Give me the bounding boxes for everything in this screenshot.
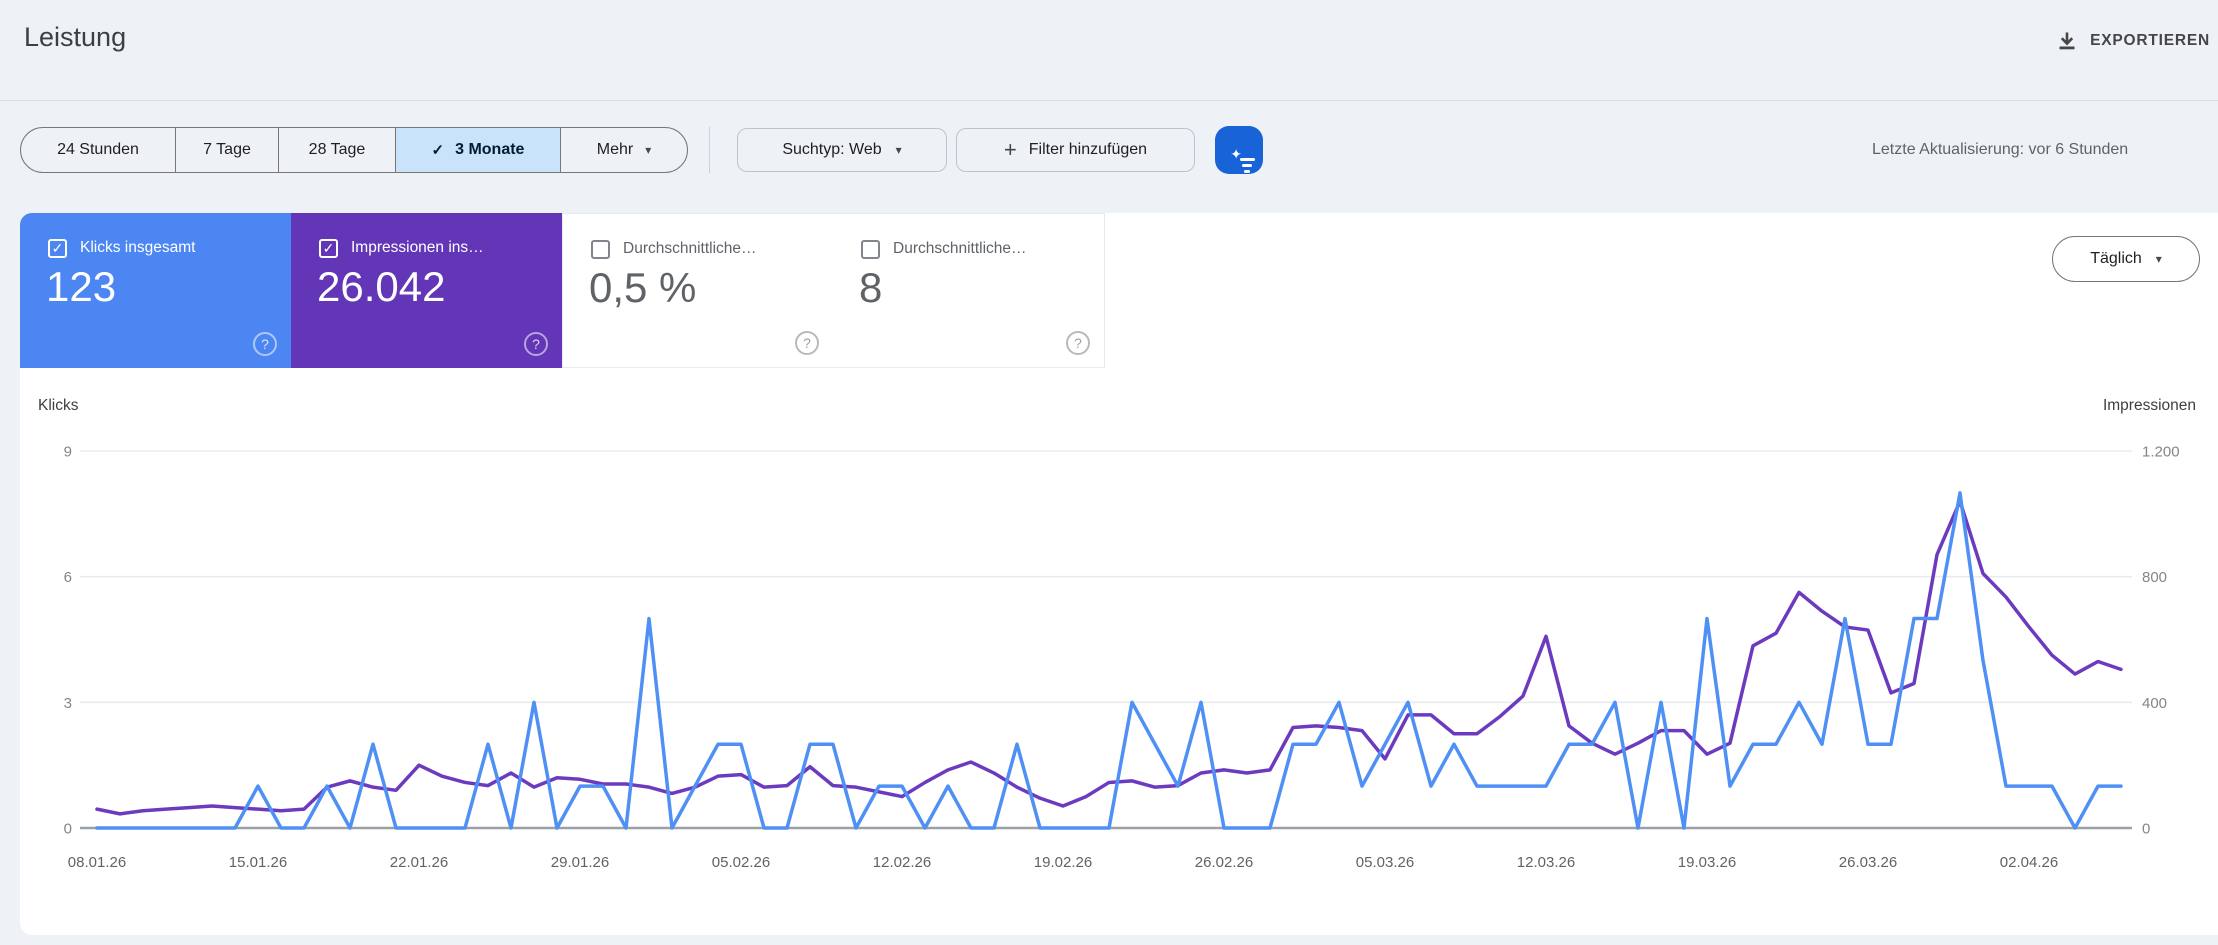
export-button[interactable]: EXPORTIEREN: [2050, 18, 2216, 64]
plus-icon: +: [1003, 137, 1017, 162]
left-axis-title: Klicks: [38, 397, 79, 414]
metric-label: Durchschnittliche…: [893, 240, 1027, 257]
add-filter-chip[interactable]: + Filter hinzufügen: [956, 128, 1195, 172]
search-console-performance-page: Leistung EXPORTIEREN 24 Stunden 7 Tage 28 …: [0, 0, 2218, 945]
search-type-chip[interactable]: Suchtyp: Web ▾: [737, 128, 947, 172]
metric-value: 123: [46, 263, 117, 310]
add-filter-label: Filter hinzufügen: [1028, 141, 1148, 158]
metric-tile-0[interactable]: ✓ Klicks insgesamt 123?: [20, 213, 291, 368]
date-range-7-tage[interactable]: 7 Tage: [175, 128, 278, 172]
date-range-3-monate[interactable]: ✓ 3 Monate: [395, 128, 560, 172]
date-range-label: 7 Tage: [203, 141, 251, 158]
download-icon: [2056, 30, 2078, 52]
export-label: EXPORTIEREN: [2090, 32, 2210, 49]
check-icon: ✓: [431, 142, 445, 159]
help-icon[interactable]: ?: [524, 332, 548, 356]
metric-label: Durchschnittliche…: [623, 240, 757, 257]
last-updated: Letzte Aktualisierung: vor 6 Stunden: [1872, 141, 2129, 158]
metric-tile-1[interactable]: ✓ Impressionen ins… 26.042?: [291, 213, 562, 368]
date-range-28-tage[interactable]: 28 Tage: [278, 128, 395, 172]
search-type-label: Suchtyp: Web: [782, 141, 882, 158]
header-divider: [0, 100, 2218, 101]
help-icon[interactable]: ?: [795, 331, 819, 355]
metric-value: 8: [859, 264, 883, 311]
page-title: Leistung: [24, 22, 127, 52]
date-range-label: 24 Stunden: [57, 141, 139, 158]
date-range-label: Mehr: [596, 141, 634, 158]
metric-tile-2[interactable]: Durchschnittliche… 0,5 %?: [562, 213, 833, 368]
checkbox-unchecked-icon[interactable]: [861, 240, 880, 259]
chevron-down-icon: ▾: [2155, 252, 2162, 266]
toolbar-divider: [709, 127, 710, 173]
date-range-label: 28 Tage: [308, 141, 366, 158]
metric-value: 0,5 %: [589, 264, 697, 311]
granularity-label: Täglich: [2090, 250, 2142, 267]
granularity-dropdown[interactable]: Täglich ▾: [2052, 236, 2200, 282]
help-icon[interactable]: ?: [1066, 331, 1090, 355]
metric-value: 26.042: [317, 263, 446, 310]
chevron-down-icon: ▾: [895, 143, 902, 157]
filter-sparkle-button[interactable]: ✦: [1215, 126, 1263, 174]
checkbox-checked-icon[interactable]: ✓: [48, 239, 67, 258]
date-range-group: 24 Stunden 7 Tage 28 Tage ✓ 3 Monate Mehr ▾: [20, 127, 688, 173]
report-card: ✓ Klicks insgesamt 123? ✓ Impressionen ins… 2…: [20, 213, 2218, 935]
toolbar: 24 Stunden 7 Tage 28 Tage ✓ 3 Monate Mehr ▾ Su…: [0, 126, 2218, 175]
help-icon[interactable]: ?: [253, 332, 277, 356]
date-range-label: 3 Monate: [455, 141, 525, 158]
metric-label: Klicks insgesamt: [80, 239, 196, 256]
date-range-24-stunden[interactable]: 24 Stunden: [21, 128, 175, 172]
chevron-down-icon: ▾: [645, 143, 652, 157]
checkbox-unchecked-icon[interactable]: [591, 240, 610, 259]
right-axis-title: Impressionen: [2102, 397, 2196, 414]
sparkle-icon: ✦: [1230, 146, 1242, 162]
date-range-mehr[interactable]: Mehr ▾: [560, 128, 687, 172]
metric-tile-3[interactable]: Durchschnittliche… 8?: [833, 213, 1105, 368]
checkbox-checked-icon[interactable]: ✓: [319, 239, 338, 258]
metric-label: Impressionen ins…: [351, 239, 484, 256]
